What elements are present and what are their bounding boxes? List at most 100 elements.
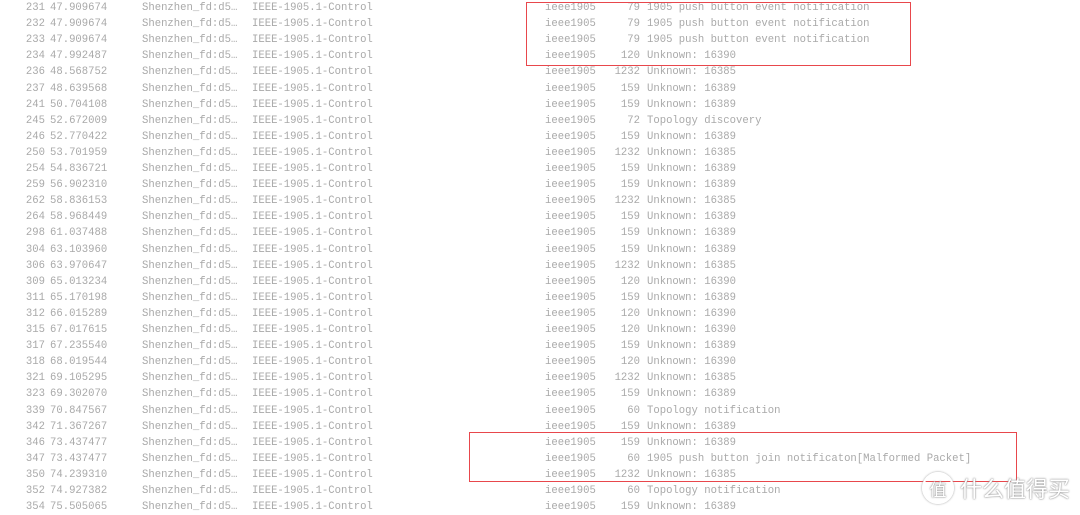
packet-row[interactable]: 354 75.505065 Shenzhen_fd:d5… IEEE-1905.1-C… <box>0 499 1080 515</box>
packet-row[interactable]: 311 65.170198 Shenzhen_fd:d5… IEEE-1905.1-C… <box>0 290 1080 306</box>
packet-row[interactable]: 323 69.302070 Shenzhen_fd:d5… IEEE-1905.1-C… <box>0 386 1080 402</box>
packet-row[interactable]: 339 70.847567 Shenzhen_fd:d5… IEEE-1905.1-C… <box>0 403 1080 419</box>
highlight-box-push-button-event <box>526 2 911 66</box>
packet-time: 74.239310 <box>50 468 108 481</box>
packet-row[interactable]: 312 66.015289 Shenzhen_fd:d5… IEEE-1905.1-C… <box>0 306 1080 322</box>
packet-time: 58.836153 <box>50 195 108 208</box>
packet-protocol: IEEE-1905.1-Control <box>252 50 373 63</box>
packet-row[interactable]: 318 68.019544 Shenzhen_fd:d5… IEEE-1905.1-C… <box>0 354 1080 370</box>
packet-source: Shenzhen_fd:d5… <box>142 485 238 497</box>
packet-row[interactable]: 306 63.970647 Shenzhen_fd:d5… IEEE-1905.1-C… <box>0 258 1080 274</box>
packet-row[interactable]: 254 54.836721 Shenzhen_fd:d5… IEEE-1905.1-C… <box>0 161 1080 177</box>
packet-source: Shenzhen_fd:d5… <box>142 179 238 192</box>
packet-source: Shenzhen_fd:d5… <box>142 259 238 272</box>
packet-row[interactable]: 317 67.235540 Shenzhen_fd:d5… IEEE-1905.1-C… <box>0 338 1080 354</box>
packet-source: Shenzhen_fd:d5… <box>142 356 238 369</box>
packet-source: Shenzhen_fd:d5… <box>142 324 238 336</box>
packet-row[interactable]: 236 48.568752 Shenzhen_fd:d5… IEEE-1905.1-C… <box>0 64 1080 80</box>
packet-length: 1232 <box>614 146 640 159</box>
packet-row[interactable]: 237 48.639568 Shenzhen_fd:d5… IEEE-1905.1-C… <box>0 81 1080 97</box>
packet-time: 54.836721 <box>50 163 108 175</box>
packet-info: Unknown: 16389 <box>647 227 737 240</box>
packet-protocol: IEEE-1905.1-Control <box>252 227 373 240</box>
packet-source: Shenzhen_fd:d5… <box>142 146 238 159</box>
packet-source: Shenzhen_fd:d5… <box>142 307 238 320</box>
packet-number: 262 <box>25 195 45 208</box>
packet-row[interactable]: 315 67.017615 Shenzhen_fd:d5… IEEE-1905.1-C… <box>0 322 1080 338</box>
packet-time: 66.015289 <box>50 307 108 320</box>
packet-protocol: IEEE-1905.1-Control <box>252 114 373 127</box>
packet-info: Unknown: 16385 <box>647 259 737 272</box>
packet-source: Shenzhen_fd:d5… <box>142 388 238 401</box>
packet-protocol: IEEE-1905.1-Control <box>252 18 373 31</box>
packet-number: 346 <box>25 436 45 449</box>
packet-time: 65.170198 <box>50 291 108 304</box>
packet-number: 315 <box>25 324 45 336</box>
packet-time: 73.437477 <box>50 436 108 449</box>
packet-protocol: IEEE-1905.1-Control <box>252 146 373 159</box>
packet-time: 75.505065 <box>50 501 108 514</box>
packet-protocol: IEEE-1905.1-Control <box>252 98 373 111</box>
packet-row[interactable]: 321 69.105295 Shenzhen_fd:d5… IEEE-1905.1-C… <box>0 370 1080 386</box>
packet-row[interactable]: 298 61.037488 Shenzhen_fd:d5… IEEE-1905.1-C… <box>0 225 1080 241</box>
packet-source: Shenzhen_fd:d5… <box>142 98 238 111</box>
packet-source: Shenzhen_fd:d5… <box>142 18 238 31</box>
packet-protocol: IEEE-1905.1-Control <box>252 420 373 433</box>
packet-source: Shenzhen_fd:d5… <box>142 130 238 143</box>
packet-info: Unknown: 16389 <box>647 243 737 256</box>
packet-length: 1232 <box>614 66 640 79</box>
packet-length: 120 <box>620 356 640 369</box>
packet-row[interactable]: 262 58.836153 Shenzhen_fd:d5… IEEE-1905.1-C… <box>0 193 1080 209</box>
packet-protocol: IEEE-1905.1-Control <box>252 324 373 336</box>
packet-protocol: IEEE-1905.1-Control <box>252 66 373 79</box>
packet-row[interactable]: 304 63.103960 Shenzhen_fd:d5… IEEE-1905.1-C… <box>0 242 1080 258</box>
packet-row[interactable]: 246 52.770422 Shenzhen_fd:d5… IEEE-1905.1-C… <box>0 129 1080 145</box>
packet-row[interactable]: 250 53.701959 Shenzhen_fd:d5… IEEE-1905.1-C… <box>0 145 1080 161</box>
packet-protocol: IEEE-1905.1-Control <box>252 291 373 304</box>
packet-protocol: IEEE-1905.1-Control <box>252 163 373 175</box>
packet-length: 72 <box>627 114 640 127</box>
packet-time: 67.017615 <box>50 324 108 336</box>
packet-source: Shenzhen_fd:d5… <box>142 114 238 127</box>
packet-source: Shenzhen_fd:d5… <box>142 404 238 417</box>
packet-info: Unknown: 16389 <box>647 388 737 401</box>
packet-row[interactable]: 352 74.927382 Shenzhen_fd:d5… IEEE-1905.1-C… <box>0 483 1080 499</box>
packet-row[interactable]: 259 56.902310 Shenzhen_fd:d5… IEEE-1905.1-C… <box>0 177 1080 193</box>
packet-number: 350 <box>25 468 45 481</box>
packet-number: 246 <box>25 130 45 143</box>
packet-info: Unknown: 16385 <box>647 372 737 385</box>
packet-length: 159 <box>620 501 640 514</box>
packet-number: 323 <box>25 388 45 401</box>
packet-row[interactable]: 241 50.704108 Shenzhen_fd:d5… IEEE-1905.1-C… <box>0 97 1080 113</box>
packet-protocol: IEEE-1905.1-Control <box>252 388 373 401</box>
packet-length: 159 <box>620 98 640 111</box>
packet-time: 48.568752 <box>50 66 108 79</box>
packet-time: 73.437477 <box>50 452 108 465</box>
packet-info: Unknown: 16390 <box>647 324 737 336</box>
packet-info: Unknown: 16389 <box>647 340 737 353</box>
packet-row[interactable]: 309 65.013234 Shenzhen_fd:d5… IEEE-1905.1-C… <box>0 274 1080 290</box>
packet-time: 69.105295 <box>50 372 108 385</box>
packet-time: 53.701959 <box>50 146 108 159</box>
watermark-logo: 值 <box>921 472 954 504</box>
packet-protocol: IEEE-1905.1-Control <box>252 211 373 224</box>
packet-time: 65.013234 <box>50 275 108 288</box>
packet-info: Unknown: 16390 <box>647 275 737 288</box>
packet-time: 48.639568 <box>50 82 108 95</box>
packet-row[interactable]: 264 58.968449 Shenzhen_fd:d5… IEEE-1905.1-C… <box>0 209 1080 225</box>
packet-protocol: IEEE-1905.1-Control <box>252 356 373 369</box>
packet-time: 52.770422 <box>50 130 108 143</box>
packet-row[interactable]: 245 52.672009 Shenzhen_fd:d5… IEEE-1905.1-C… <box>0 113 1080 129</box>
packet-number: 306 <box>25 259 45 272</box>
packet-time: 47.909674 <box>50 18 108 31</box>
packet-info: Unknown: 16389 <box>647 501 737 514</box>
packet-protocol: IEEE-1905.1-Control <box>252 307 373 320</box>
packet-time: 63.103960 <box>50 243 108 256</box>
packet-source: Shenzhen_fd:d5… <box>142 34 238 47</box>
packet-source: Shenzhen_fd:d5… <box>142 452 238 465</box>
packet-source: Shenzhen_fd:d5… <box>142 501 238 514</box>
packet-info: Unknown: 16389 <box>647 130 737 143</box>
packet-number: 304 <box>25 243 45 256</box>
packet-info: Unknown: 16389 <box>647 179 737 192</box>
watermark-text: 什么值得买 <box>959 478 1070 503</box>
